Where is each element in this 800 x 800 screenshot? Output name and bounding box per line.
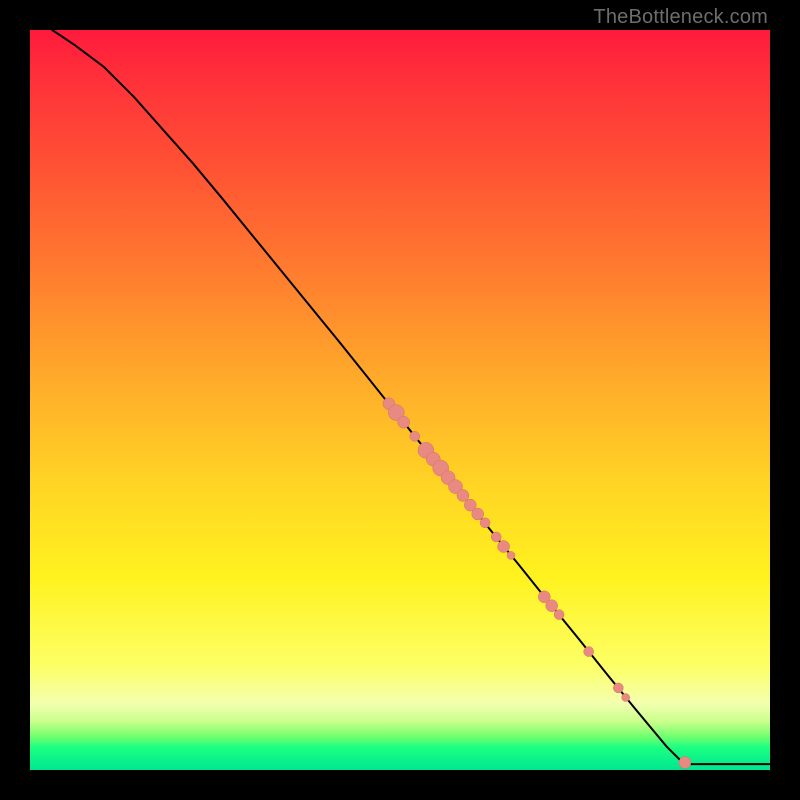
plot-area bbox=[30, 30, 770, 770]
data-point bbox=[457, 490, 469, 502]
data-point bbox=[498, 541, 510, 553]
data-point bbox=[398, 416, 410, 428]
data-point bbox=[622, 694, 630, 702]
chart-frame: TheBottleneck.com bbox=[0, 0, 800, 800]
data-point bbox=[584, 647, 594, 657]
watermark-text: TheBottleneck.com bbox=[593, 6, 768, 29]
data-point bbox=[679, 757, 691, 769]
highlighted-points-group bbox=[383, 398, 691, 769]
data-point bbox=[472, 508, 484, 520]
data-point bbox=[546, 600, 558, 612]
bottleneck-curve bbox=[52, 30, 770, 764]
curve-svg bbox=[30, 30, 770, 770]
data-point bbox=[491, 532, 501, 542]
data-point bbox=[613, 683, 623, 693]
data-point bbox=[554, 610, 564, 620]
data-point bbox=[507, 551, 515, 559]
data-point bbox=[480, 518, 490, 528]
data-point bbox=[410, 431, 420, 441]
